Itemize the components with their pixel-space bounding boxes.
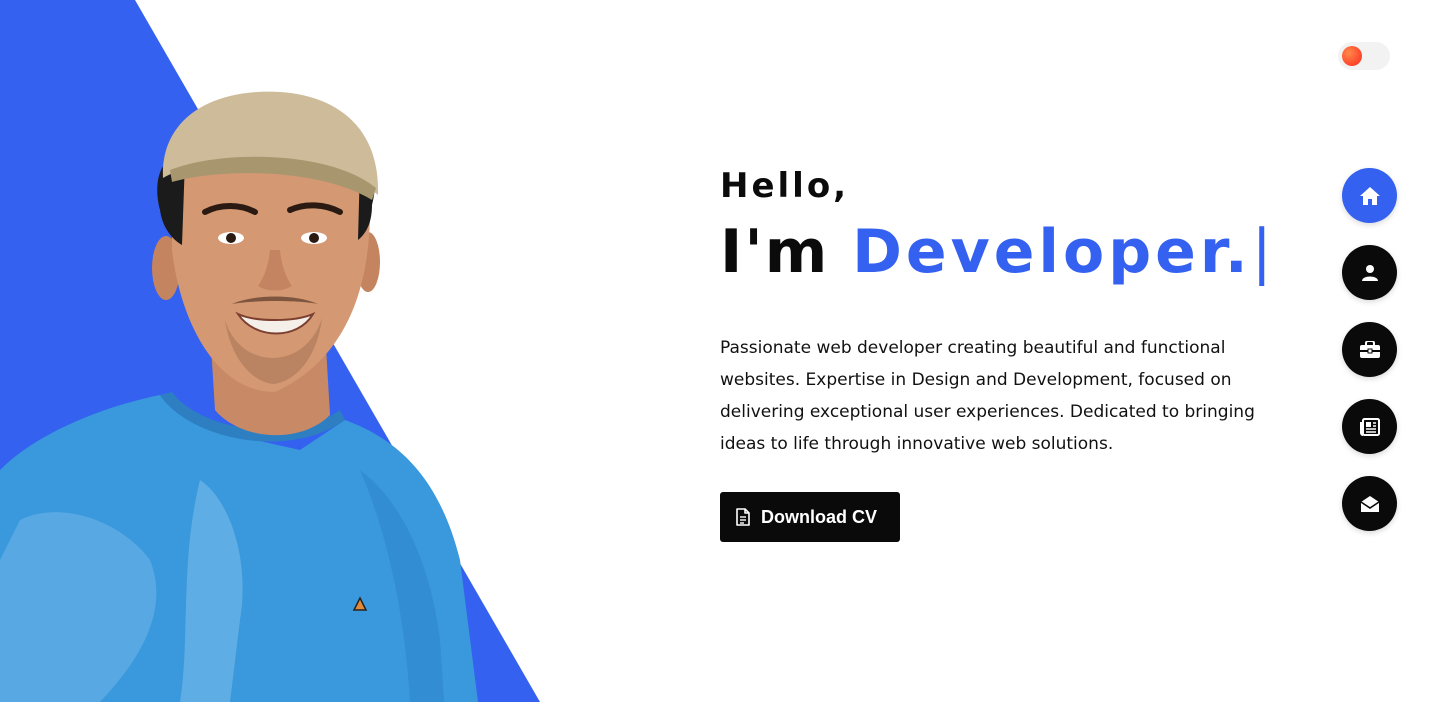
toggle-knob <box>1342 46 1362 66</box>
home-icon <box>1359 186 1381 206</box>
nav-contact-button[interactable] <box>1342 476 1397 531</box>
user-icon <box>1361 264 1379 282</box>
headline: I'm Developer.| <box>720 216 1300 288</box>
newspaper-icon <box>1359 417 1380 436</box>
envelope-open-icon <box>1360 495 1380 513</box>
nav-blog-button[interactable] <box>1342 399 1397 454</box>
nav-about-button[interactable] <box>1342 245 1397 300</box>
headline-role: Developer. <box>852 217 1252 287</box>
theme-toggle[interactable] <box>1338 42 1390 70</box>
typing-cursor: | <box>1251 217 1274 287</box>
briefcase-icon <box>1359 340 1381 359</box>
nav-portfolio-button[interactable] <box>1342 322 1397 377</box>
nav-home-button[interactable] <box>1342 168 1397 223</box>
bio-paragraph: Passionate web developer creating beauti… <box>720 338 1255 454</box>
page: Hello, I'm Developer.| Passionate web de… <box>0 0 1440 702</box>
side-navigation <box>1342 168 1397 553</box>
greeting-text: Hello, <box>720 166 850 206</box>
headline-intro: I'm <box>720 217 853 287</box>
download-cv-button[interactable]: Download CV <box>720 492 900 542</box>
download-cv-label: Download CV <box>761 506 877 527</box>
file-text-icon <box>735 508 751 526</box>
hero-section: Hello, I'm Developer.| Passionate web de… <box>720 160 1300 542</box>
profile-photo <box>0 91 478 702</box>
